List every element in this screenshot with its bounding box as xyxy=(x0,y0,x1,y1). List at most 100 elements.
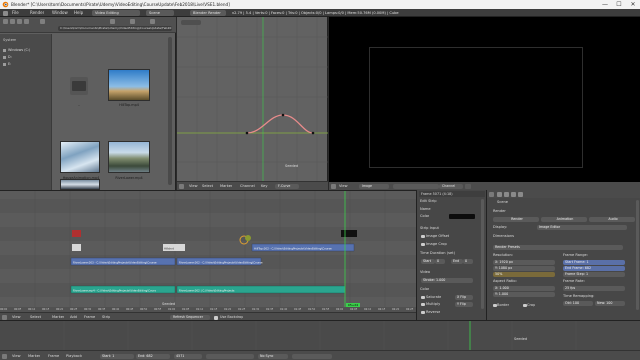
sidebar-item-e-drive[interactable]: E: xyxy=(8,62,11,66)
scene-tab-icon[interactable] xyxy=(511,191,516,197)
menu-frame[interactable]: Frame xyxy=(48,354,59,358)
time-remap-old-field[interactable]: Old: 100 xyxy=(563,301,593,306)
timeline-canvas[interactable]: Seeded xyxy=(0,321,640,350)
sequencer-canvas[interactable]: Seeded HillTop.002 - C:\Video\EditingPro… xyxy=(0,191,416,312)
menu-view[interactable]: View xyxy=(339,184,348,188)
menu-channel[interactable]: Channel xyxy=(240,184,255,188)
graph-mode-selector[interactable]: F-Curve xyxy=(275,184,299,189)
parent-folder-icon[interactable] xyxy=(70,77,88,95)
end-frame-field[interactable]: End Frame: 682 xyxy=(563,266,625,271)
strobe-field[interactable]: Strobe: 1.000 xyxy=(421,278,473,283)
view-type-selector[interactable]: Image xyxy=(359,183,389,189)
render-engine-selector[interactable]: Blender Render xyxy=(190,10,226,16)
render-tab-icon[interactable] xyxy=(497,191,502,197)
render-button[interactable]: Render xyxy=(493,217,539,222)
image-offset-toggle[interactable]: Image Offset xyxy=(426,234,449,238)
use-backdrop-checkbox[interactable] xyxy=(214,315,218,320)
strip-color-swatch[interactable] xyxy=(449,214,475,219)
menu-add[interactable]: Add xyxy=(70,315,77,319)
image-crop-toggle[interactable]: Image Crop xyxy=(426,242,447,246)
graph-canvas[interactable]: Seeded xyxy=(177,17,328,181)
scene-selector[interactable]: Scene xyxy=(146,10,174,16)
editor-type-icon[interactable] xyxy=(331,183,336,189)
menu-playback[interactable]: Playback xyxy=(66,354,82,358)
menu-select[interactable]: Select xyxy=(30,315,41,319)
start-frame-field[interactable]: Start: 1 xyxy=(100,354,134,359)
maximize-button[interactable]: ☐ xyxy=(612,0,626,9)
file-thumb-river-lower[interactable] xyxy=(108,141,150,173)
end-frame-field[interactable]: End: 682 xyxy=(136,354,170,359)
editor-type-icon[interactable] xyxy=(3,10,8,16)
display-mode-icon[interactable] xyxy=(110,19,115,24)
back-icon[interactable] xyxy=(3,19,8,24)
current-frame-field[interactable]: 4571 xyxy=(174,354,202,359)
menu-marker[interactable]: Marker xyxy=(220,184,232,188)
reverse-checkbox[interactable] xyxy=(421,310,425,314)
layout-selector[interactable]: Video Editing xyxy=(92,10,140,16)
resolution-x-field[interactable]: X: 1920 px xyxy=(493,260,555,265)
file-browser-scrollbar[interactable] xyxy=(168,37,172,185)
frame-rate-selector[interactable]: 25 fps xyxy=(563,286,625,291)
directory-path-field[interactable]: C:\Users\tom\Documents\Pirate\Udemy\Vide… xyxy=(58,26,172,31)
edit-strip-section[interactable]: Edit Strip xyxy=(420,199,437,203)
file-thumb-extra[interactable] xyxy=(60,179,100,190)
menu-file[interactable]: File xyxy=(12,10,19,15)
strip-input-section[interactable]: Strip Input xyxy=(420,226,439,230)
editor-type-icon[interactable] xyxy=(179,184,184,189)
minimize-button[interactable]: — xyxy=(598,0,612,9)
animation-button[interactable]: Animation xyxy=(541,217,587,222)
layers-tab-icon[interactable] xyxy=(504,191,509,197)
aspect-y-field[interactable]: Y: 1.000 xyxy=(493,292,555,297)
menu-render[interactable]: Render xyxy=(30,10,44,15)
new-folder-icon[interactable] xyxy=(40,19,45,24)
resolution-percent-field[interactable]: 50% xyxy=(493,272,555,277)
resolution-y-field[interactable]: Y: 1080 px xyxy=(493,266,555,271)
crop-checkbox[interactable] xyxy=(523,303,527,307)
display-mode-icons[interactable] xyxy=(393,183,439,189)
close-button[interactable]: ✕ xyxy=(626,0,640,9)
menu-marker[interactable]: Marker xyxy=(52,315,64,319)
playback-controls[interactable] xyxy=(206,354,254,359)
display-selector[interactable]: Image Editor xyxy=(537,225,627,230)
graph-tools-toggle[interactable] xyxy=(181,20,201,25)
filter-icon[interactable] xyxy=(150,19,155,24)
editor-type-icon[interactable] xyxy=(489,191,494,197)
menu-frame[interactable]: Frame xyxy=(84,315,95,319)
editor-type-icon[interactable] xyxy=(2,354,7,359)
sidebar-item-d-drive[interactable]: D: xyxy=(8,55,12,59)
refresh-icon[interactable] xyxy=(24,19,29,24)
render-presets-selector[interactable]: Render Presets xyxy=(493,245,623,250)
menu-view[interactable]: View xyxy=(189,184,198,188)
mirror-y-field[interactable]: Y Flip xyxy=(455,302,473,307)
time-remap-new-field[interactable]: New: 100 xyxy=(595,301,625,306)
menu-key[interactable]: Key xyxy=(261,184,268,188)
aspect-x-field[interactable]: X: 1.000 xyxy=(493,286,555,291)
menu-help[interactable]: Help xyxy=(74,10,83,15)
menu-marker[interactable]: Marker xyxy=(28,354,40,358)
border-checkbox[interactable] xyxy=(493,303,497,307)
menu-strip[interactable]: Strip xyxy=(102,315,110,319)
channel-selector[interactable]: Channel xyxy=(439,183,463,189)
start-field[interactable]: 0 xyxy=(435,259,445,264)
strip-panel-scrollbar[interactable] xyxy=(481,199,484,309)
mirror-x-field[interactable]: X Flip xyxy=(455,295,473,300)
properties-scrollbar[interactable] xyxy=(636,200,639,310)
parent-dir-icon[interactable] xyxy=(17,19,22,24)
saturate-checkbox[interactable] xyxy=(421,295,425,299)
file-label-river-lower[interactable]: RiverLower.mp4 xyxy=(103,176,155,180)
sync-mode-selector[interactable]: No Sync xyxy=(258,354,288,359)
file-thumb-house-animation[interactable] xyxy=(60,141,100,173)
image-offset-checkbox[interactable] xyxy=(421,234,425,238)
multiply-checkbox[interactable] xyxy=(421,302,425,306)
channel-stepper[interactable] xyxy=(465,183,471,189)
forward-icon[interactable] xyxy=(10,19,15,24)
image-crop-checkbox[interactable] xyxy=(421,242,425,246)
end-field[interactable]: 0 xyxy=(463,259,473,264)
world-tab-icon[interactable] xyxy=(518,191,523,197)
dimensions-section-header[interactable]: Dimensions xyxy=(493,234,514,238)
menu-view[interactable]: View xyxy=(12,315,21,319)
file-label-hilltop[interactable]: HillTop.mp4 xyxy=(103,103,155,107)
file-thumb-hilltop[interactable] xyxy=(108,69,150,101)
video-section[interactable]: Video xyxy=(420,270,430,274)
sort-icon[interactable] xyxy=(130,19,135,24)
